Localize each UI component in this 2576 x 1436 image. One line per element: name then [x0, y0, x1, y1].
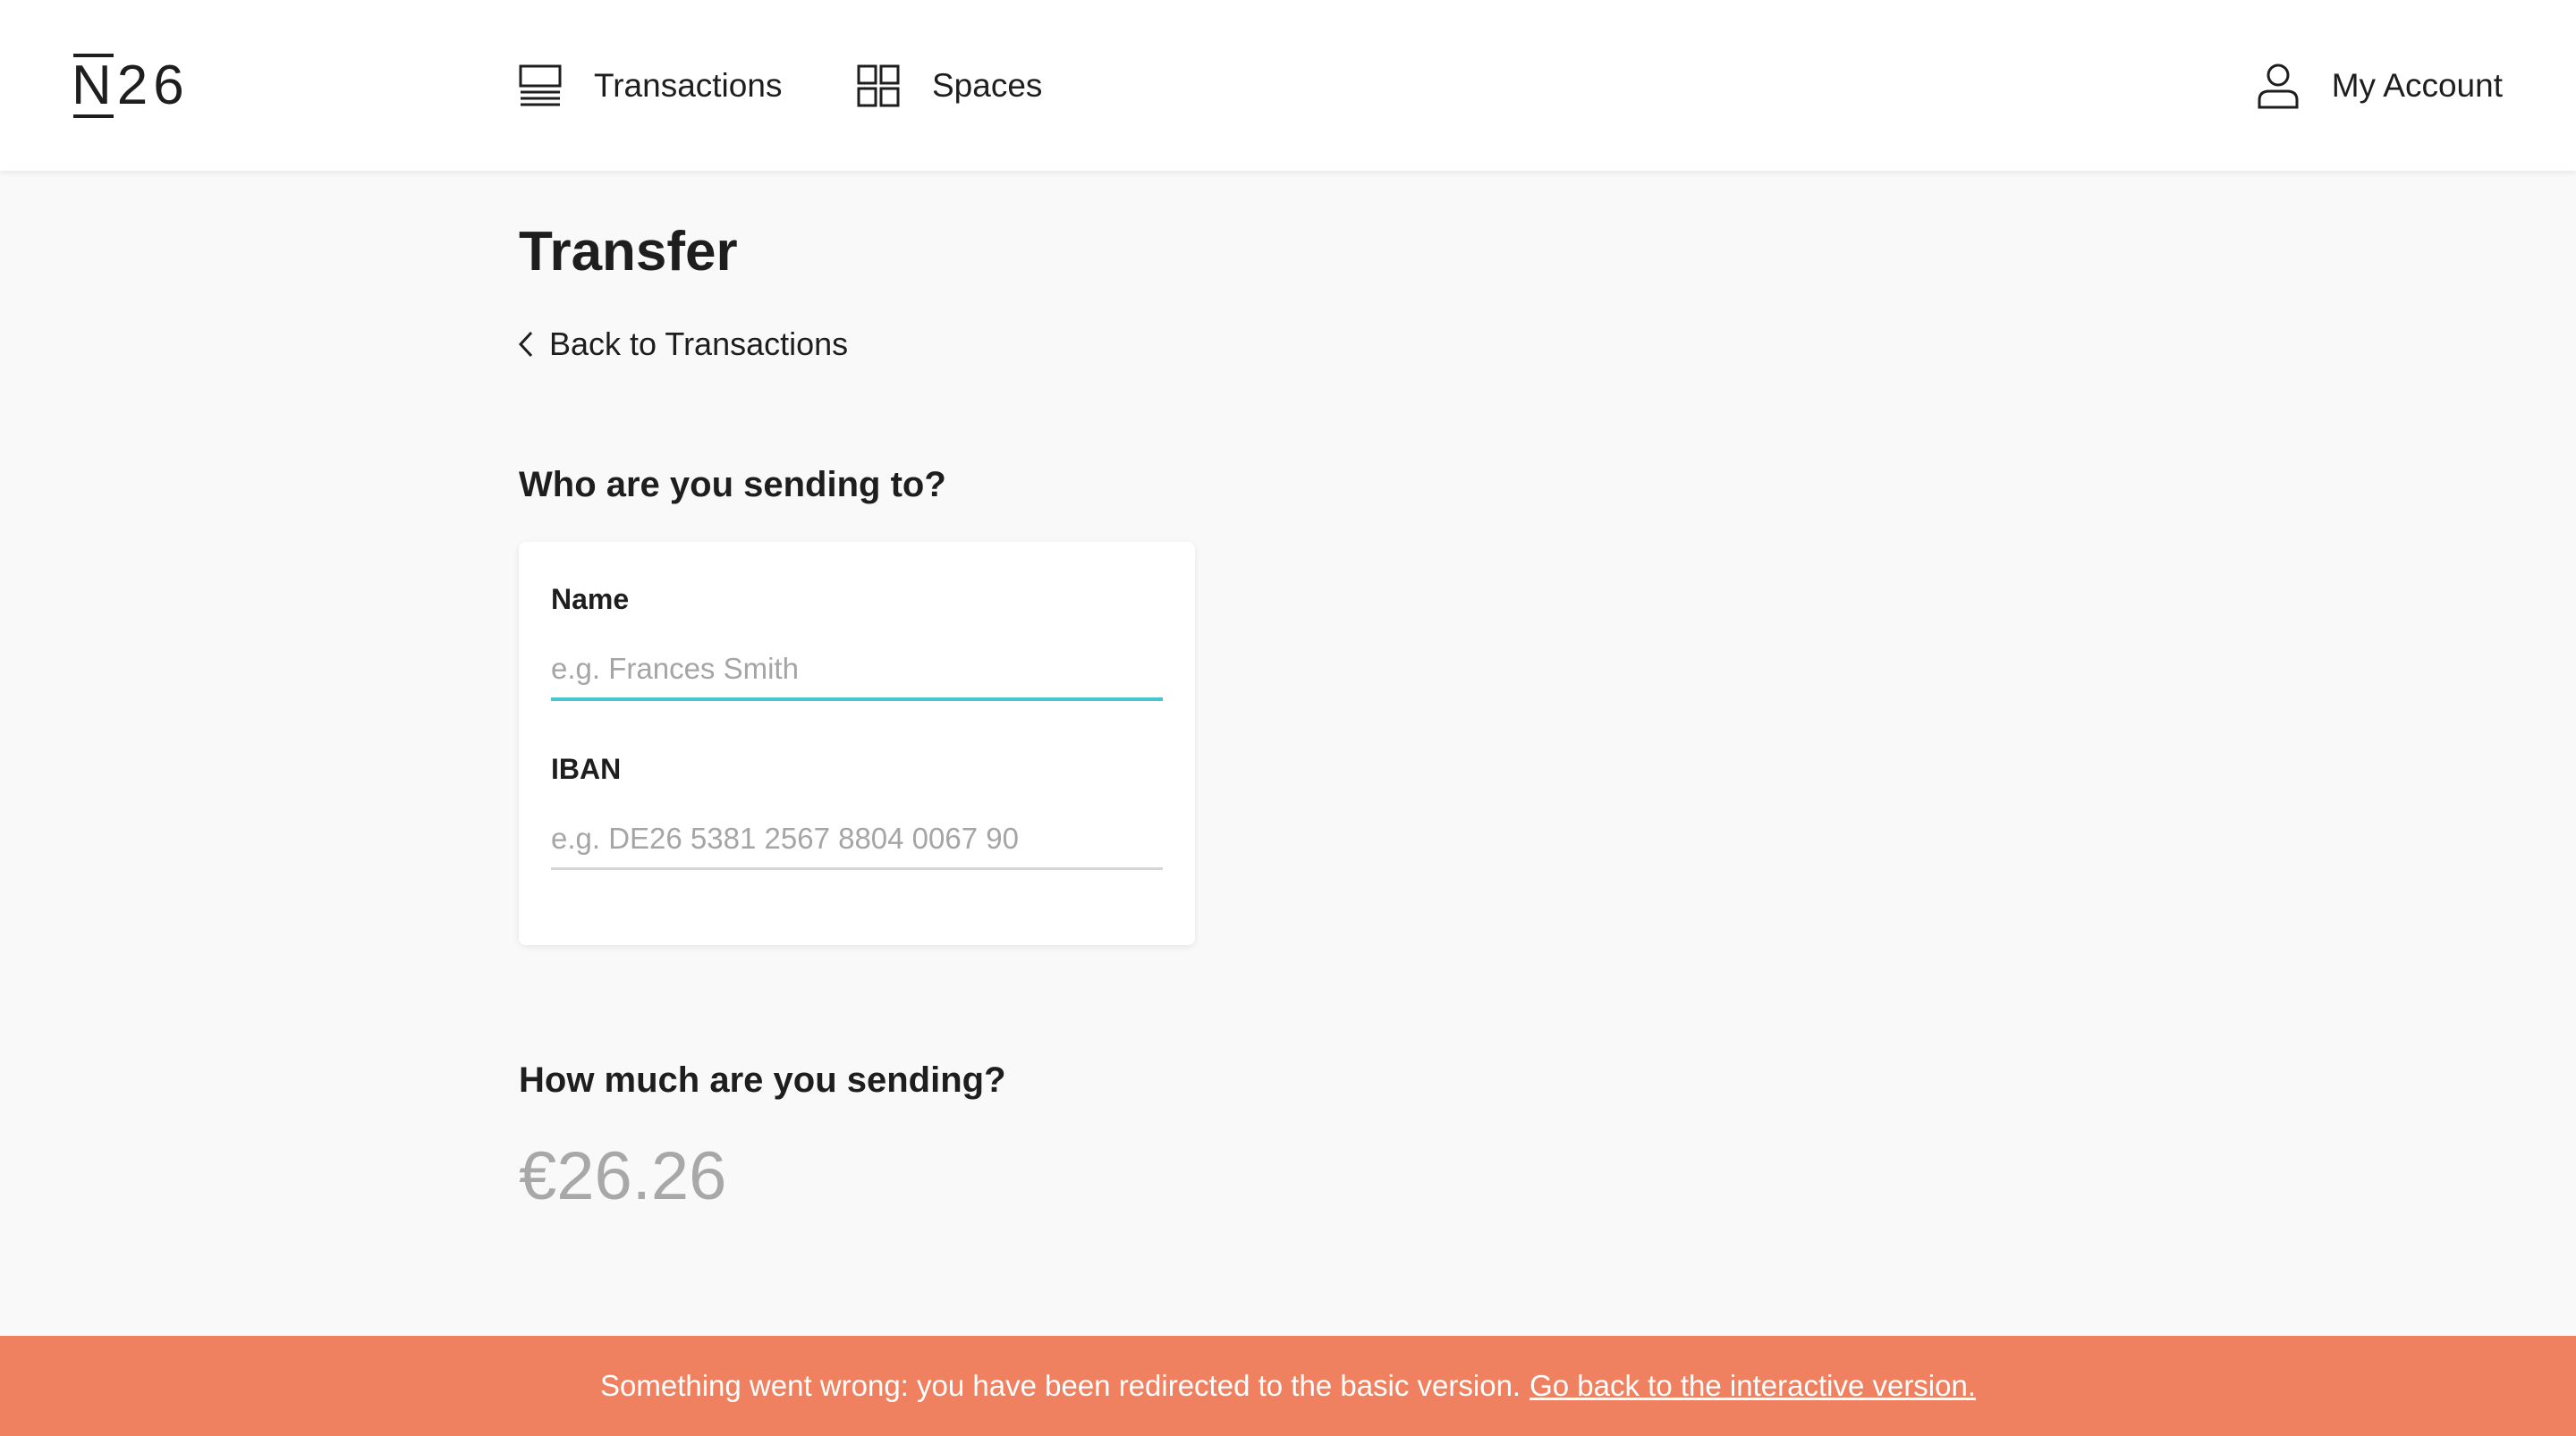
n26-logo[interactable]: N 26	[72, 54, 190, 118]
nav-spaces[interactable]: Spaces	[857, 59, 1042, 113]
recipient-card: Name IBAN	[519, 542, 1195, 945]
top-navigation-bar: N 26 Transactions Spaces My Account	[0, 0, 2576, 171]
spaces-icon	[857, 64, 900, 107]
nav-my-account-label: My Account	[2331, 67, 2503, 104]
amount-input[interactable]: €26.26	[519, 1137, 726, 1215]
nav-spaces-label: Spaces	[932, 67, 1043, 104]
transactions-icon	[519, 64, 562, 106]
chevron-left-icon	[519, 331, 533, 358]
logo-number: 26	[116, 55, 190, 116]
iban-label: IBAN	[551, 753, 622, 785]
user-icon	[2258, 63, 2299, 109]
iban-input[interactable]	[551, 810, 1163, 870]
error-banner: Something went wrong: you have been redi…	[0, 1336, 2576, 1436]
page-title: Transfer	[519, 221, 738, 283]
nav-my-account[interactable]: My Account	[2257, 59, 2503, 113]
logo-letter: N	[72, 54, 117, 118]
nav-transactions[interactable]: Transactions	[519, 59, 782, 113]
recipient-heading: Who are you sending to?	[519, 465, 946, 504]
back-to-transactions-link[interactable]: Back to Transactions	[519, 324, 848, 365]
amount-heading: How much are you sending?	[519, 1060, 1006, 1100]
name-label: Name	[551, 583, 630, 615]
interactive-version-link[interactable]: Go back to the interactive version.	[1530, 1369, 1976, 1403]
name-input[interactable]	[551, 640, 1163, 701]
error-message: Something went wrong: you have been redi…	[599, 1369, 1521, 1402]
back-link-label: Back to Transactions	[549, 325, 849, 362]
nav-transactions-label: Transactions	[594, 67, 783, 104]
